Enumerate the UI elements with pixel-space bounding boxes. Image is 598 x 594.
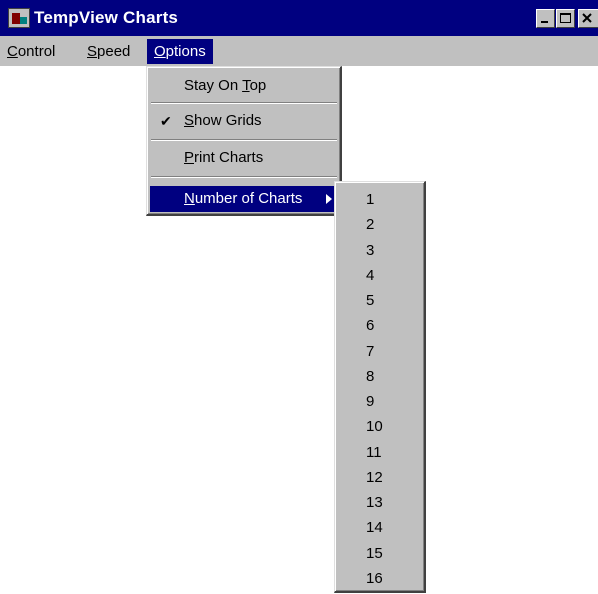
submenu-item-2[interactable]: 2 <box>335 212 424 237</box>
stay-on-top-prefix: Stay On <box>184 77 243 94</box>
submenu-item-13[interactable]: 13 <box>335 490 424 515</box>
close-icon[interactable] <box>578 9 598 28</box>
menu-options-mnemonic: O <box>154 43 166 60</box>
number-of-charts-rest: umber of Charts <box>194 190 303 207</box>
menu-separator <box>151 176 337 178</box>
submenu-item-15[interactable]: 15 <box>335 541 424 566</box>
menu-speed-rest: peed <box>97 43 131 60</box>
submenu-item-3[interactable]: 3 <box>335 238 424 263</box>
show-grids-mnemonic: S <box>184 112 195 129</box>
submenu-arrow-icon <box>326 194 332 204</box>
stay-on-top-mnemonic: T <box>242 77 250 94</box>
print-charts-mnemonic: P <box>184 149 195 166</box>
submenu-item-8[interactable]: 8 <box>335 364 424 389</box>
print-charts-rest: rint Charts <box>194 149 264 166</box>
submenu-item-10[interactable]: 10 <box>335 414 424 439</box>
menu-speed-mnemonic: S <box>87 43 98 60</box>
menu-options[interactable]: Options <box>147 39 213 64</box>
maximize-icon[interactable] <box>556 9 575 28</box>
menu-item-number-of-charts[interactable]: Number of Charts <box>150 186 338 212</box>
submenu-item-12[interactable]: 12 <box>335 465 424 490</box>
menu-item-show-grids[interactable]: ✔ Show Grids <box>150 108 338 134</box>
menu-options-rest: ptions <box>165 43 206 60</box>
submenu-list: 1 2 3 4 5 6 7 8 9 10 11 12 13 14 15 16 <box>335 187 424 591</box>
submenu-item-16[interactable]: 16 <box>335 566 424 591</box>
menu-separator <box>151 102 337 104</box>
submenu-item-11[interactable]: 11 <box>335 440 424 465</box>
submenu-item-5[interactable]: 5 <box>335 288 424 313</box>
menu-item-print-charts[interactable]: Print Charts <box>150 145 338 171</box>
menu-item-stay-on-top[interactable]: Stay On Top <box>150 73 338 99</box>
submenu-item-7[interactable]: 7 <box>335 339 424 364</box>
checkmark-icon: ✔ <box>160 113 172 129</box>
number-of-charts-submenu: 1 2 3 4 5 6 7 8 9 10 11 12 13 14 15 16 <box>334 181 426 593</box>
menu-speed[interactable]: Speed <box>80 39 137 64</box>
menu-control[interactable]: Control <box>0 39 62 64</box>
menu-control-rest: ontrol <box>17 43 56 60</box>
window-title: TempView Charts <box>34 8 179 27</box>
show-grids-rest: how Grids <box>194 112 262 129</box>
options-menu: Stay On Top ✔ Show Grids Print Charts Nu… <box>146 66 342 216</box>
menu-item-label: Number of Charts <box>184 186 302 212</box>
number-of-charts-mnemonic: N <box>184 190 195 207</box>
submenu-item-14[interactable]: 14 <box>335 515 424 540</box>
submenu-item-1[interactable]: 1 <box>335 187 424 212</box>
submenu-item-6[interactable]: 6 <box>335 313 424 338</box>
submenu-item-9[interactable]: 9 <box>335 389 424 414</box>
menu-item-label: Print Charts <box>184 145 263 171</box>
stay-on-top-suffix: op <box>249 77 267 94</box>
minimize-icon[interactable] <box>536 9 555 28</box>
submenu-item-4[interactable]: 4 <box>335 263 424 288</box>
menu-control-mnemonic: C <box>7 43 18 60</box>
title-bar[interactable]: TempView Charts <box>0 0 598 36</box>
app-chart-icon[interactable] <box>8 8 30 28</box>
menu-item-label: Stay On Top <box>184 73 266 99</box>
menu-bar: Control Speed Options <box>0 36 598 66</box>
menu-item-label: Show Grids <box>184 108 262 134</box>
menu-separator <box>151 139 337 141</box>
